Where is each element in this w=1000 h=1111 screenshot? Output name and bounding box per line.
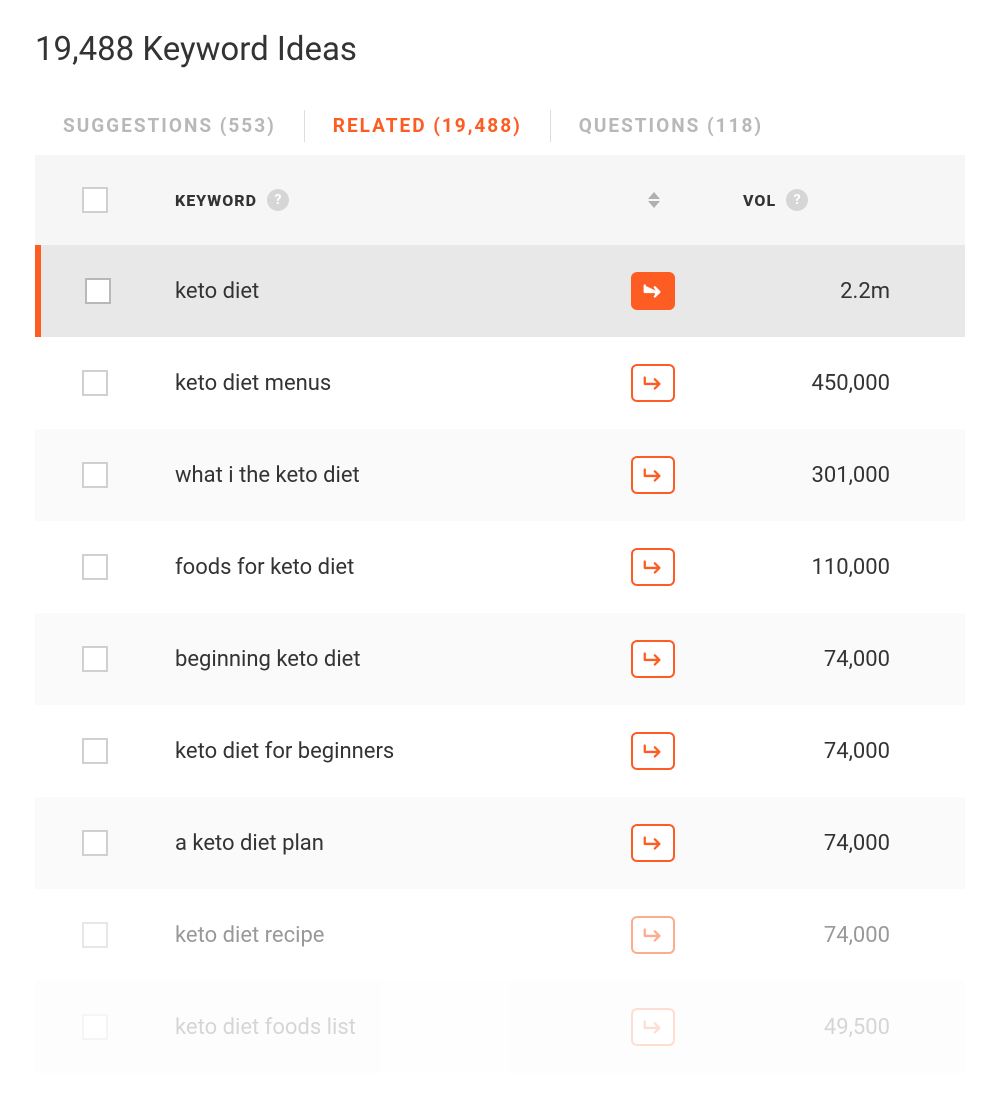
row-checkbox[interactable] xyxy=(82,370,108,396)
expand-button[interactable] xyxy=(631,272,675,310)
table-row[interactable]: foods for keto diet 110,000 xyxy=(35,521,965,613)
table-header: KEYWORD ? VOL ? xyxy=(35,155,965,245)
vol-text: 74,000 xyxy=(824,647,890,672)
keyword-text: foods for keto diet xyxy=(175,555,354,580)
tab-questions[interactable]: QUESTIONS (118) xyxy=(551,104,791,147)
arrow-right-icon xyxy=(642,374,664,392)
expand-button[interactable] xyxy=(631,548,675,586)
page-title: 19,488 Keyword Ideas xyxy=(35,30,965,69)
table-row[interactable]: keto diet recipe 74,000 xyxy=(35,889,965,981)
row-checkbox[interactable] xyxy=(85,278,111,304)
tab-suggestions[interactable]: SUGGESTIONS (553) xyxy=(35,104,304,147)
expand-button[interactable] xyxy=(631,364,675,402)
tabs-container: SUGGESTIONS (553) RELATED (19,488) QUEST… xyxy=(35,104,965,147)
vol-text: 74,000 xyxy=(824,923,890,948)
expand-button[interactable] xyxy=(631,456,675,494)
select-all-checkbox[interactable] xyxy=(82,187,108,213)
table-row[interactable]: beginning keto diet 74,000 xyxy=(35,613,965,705)
vol-text: 49,500 xyxy=(824,1015,890,1040)
arrow-right-icon xyxy=(642,834,664,852)
vol-text: 450,000 xyxy=(811,371,890,396)
row-checkbox[interactable] xyxy=(82,646,108,672)
arrow-right-icon xyxy=(642,558,664,576)
table-row[interactable]: a keto diet plan 74,000 xyxy=(35,797,965,889)
arrow-right-icon xyxy=(642,650,664,668)
keyword-text: beginning keto diet xyxy=(175,647,361,672)
vol-text: 74,000 xyxy=(824,739,890,764)
table-row[interactable]: keto diet 2.2m xyxy=(35,245,965,337)
vol-text: 2.2m xyxy=(840,279,890,304)
expand-button[interactable] xyxy=(631,824,675,862)
sort-icon[interactable] xyxy=(648,192,660,208)
table-row[interactable]: keto diet menus 450,000 xyxy=(35,337,965,429)
help-icon[interactable]: ? xyxy=(267,189,289,211)
keyword-text: keto diet menus xyxy=(175,371,331,396)
header-keyword-col[interactable]: KEYWORD ? xyxy=(155,189,715,211)
row-checkbox[interactable] xyxy=(82,830,108,856)
arrow-right-icon xyxy=(642,742,664,760)
row-checkbox[interactable] xyxy=(82,554,108,580)
vol-text: 74,000 xyxy=(824,831,890,856)
keyword-header-label: KEYWORD xyxy=(175,191,257,210)
header-checkbox-col xyxy=(35,187,155,213)
header-vol-col[interactable]: VOL ? xyxy=(715,189,965,211)
tab-related[interactable]: RELATED (19,488) xyxy=(305,104,550,147)
table-row[interactable]: keto diet foods list 49,500 xyxy=(35,981,965,1073)
table-body: keto diet 2.2m keto diet menus 450,000 w… xyxy=(35,245,965,1073)
vol-text: 301,000 xyxy=(811,463,890,488)
expand-button[interactable] xyxy=(631,640,675,678)
keyword-text: keto diet recipe xyxy=(175,923,324,948)
vol-header-label: VOL xyxy=(743,191,776,210)
keyword-text: keto diet for beginners xyxy=(175,739,394,764)
help-icon[interactable]: ? xyxy=(786,189,808,211)
vol-text: 110,000 xyxy=(811,555,890,580)
expand-button[interactable] xyxy=(631,732,675,770)
expand-button[interactable] xyxy=(631,1008,675,1046)
row-checkbox[interactable] xyxy=(82,738,108,764)
arrow-right-icon xyxy=(642,926,664,944)
row-checkbox[interactable] xyxy=(82,922,108,948)
keyword-text: a keto diet plan xyxy=(175,831,324,856)
table-row[interactable]: what i the keto diet 301,000 xyxy=(35,429,965,521)
row-checkbox[interactable] xyxy=(82,1014,108,1040)
arrow-right-icon xyxy=(642,1018,664,1036)
table-row[interactable]: keto diet for beginners 74,000 xyxy=(35,705,965,797)
row-checkbox[interactable] xyxy=(82,462,108,488)
keyword-text: what i the keto diet xyxy=(175,463,360,488)
keyword-text: keto diet xyxy=(175,279,259,304)
arrow-right-icon xyxy=(642,466,664,484)
arrow-right-icon xyxy=(642,282,664,300)
keyword-text: keto diet foods list xyxy=(175,1015,356,1040)
expand-button[interactable] xyxy=(631,916,675,954)
